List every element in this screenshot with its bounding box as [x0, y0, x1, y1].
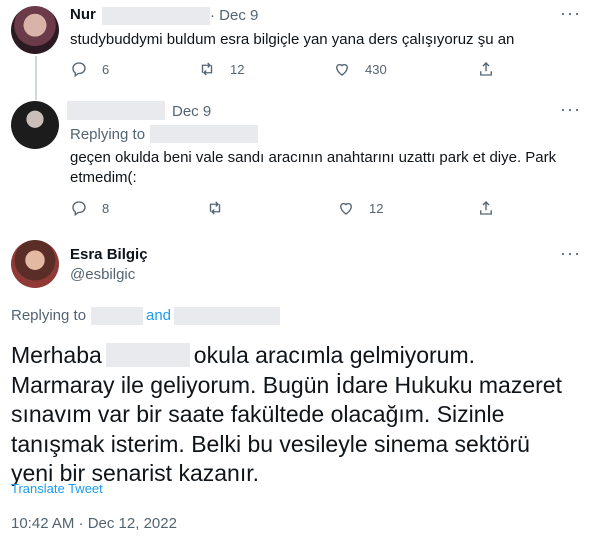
author-handle[interactable]: @esbilgic	[70, 265, 135, 285]
redacted-mention	[150, 125, 258, 143]
like-button[interactable]: 430	[333, 60, 387, 78]
share-button[interactable]	[477, 199, 495, 217]
like-count: 12	[369, 200, 384, 216]
retweet-button[interactable]: 12	[198, 60, 244, 78]
redacted-name	[67, 101, 165, 120]
tweet-timestamp[interactable]: 10:42 AM · Dec 12, 2022	[11, 514, 177, 534]
reply-count: 6	[102, 61, 110, 77]
avatar-esra[interactable]	[11, 240, 59, 288]
thread-line	[35, 56, 37, 100]
retweet-icon	[201, 62, 213, 76]
reply-icon	[72, 62, 86, 78]
like-icon	[336, 63, 348, 76]
like-icon	[340, 202, 352, 215]
redacted-mention-2	[174, 307, 280, 325]
share-button[interactable]	[477, 60, 495, 78]
redacted-inline-mention	[105, 343, 190, 367]
avatar-user-2[interactable]	[11, 101, 59, 149]
redacted-mention-1	[91, 307, 143, 325]
more-icon[interactable]: ···	[560, 99, 581, 120]
reply-count: 8	[102, 200, 110, 216]
redacted-handle	[102, 7, 210, 25]
main-tweet-text: Merhaba okula aracımla gelmiyorum. Marmar…	[11, 341, 571, 489]
share-icon	[480, 62, 492, 76]
avatar-nur[interactable]	[11, 6, 59, 54]
tweet-date[interactable]: Dec 9	[172, 102, 211, 122]
and-label: and	[146, 307, 172, 324]
more-icon[interactable]: ···	[560, 3, 581, 24]
replying-to-label: Replying to	[11, 307, 87, 324]
retweet-count: 12	[230, 61, 245, 77]
tweet-date[interactable]: · Dec 9	[210, 6, 258, 26]
reply-icon	[72, 201, 86, 217]
author-name[interactable]: Esra Bilgiç	[70, 246, 148, 263]
retweet-icon	[209, 201, 221, 215]
like-count: 430	[365, 61, 387, 77]
like-button[interactable]: 12	[337, 199, 383, 217]
share-icon	[480, 201, 492, 215]
more-icon[interactable]: ···	[560, 243, 581, 264]
reply-button[interactable]: 6	[70, 60, 109, 78]
text-start: Merhaba	[11, 342, 102, 368]
tweet-text: studybuddymi buldum esra bilgiçle yan ya…	[70, 31, 515, 48]
author-name[interactable]: Nur	[70, 6, 96, 23]
translate-tweet-link[interactable]: Translate Tweet	[11, 481, 103, 496]
retweet-button[interactable]	[206, 199, 224, 217]
reply-button[interactable]: 8	[70, 199, 109, 217]
tweet-text: geçen okulda beni vale sandı aracının an…	[70, 149, 557, 186]
replying-to-label: Replying to	[70, 126, 146, 143]
